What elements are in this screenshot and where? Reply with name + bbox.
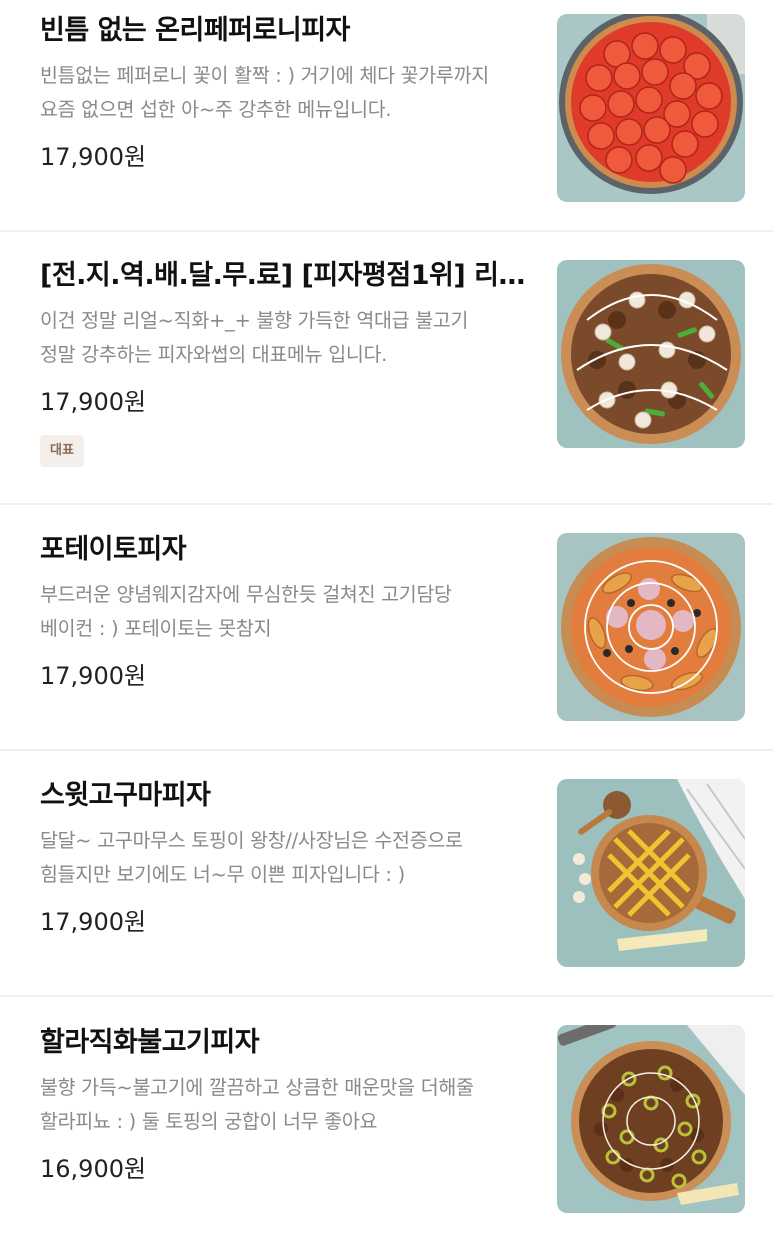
menu-item-description: 빈틈없는 페퍼로니 꽃이 활짝 : ) 거기에 체다 꽃가루까지 요즘 없으면 … <box>40 59 532 127</box>
pepperoni-pizza-photo[interactable] <box>557 14 745 202</box>
menu-item-description-line: 정말 강추하는 피자와썹의 대표메뉴 입니다. <box>40 343 388 366</box>
menu-item-jalapeno-bulgogi-pizza[interactable]: 할라직화불고기피자 불향 가득~불고기에 깔끔하고 상큼한 매운맛을 더해줄 할… <box>0 997 773 1236</box>
menu-item-description-line: 베이컨 : ) 포테이토는 못참지 <box>40 617 272 640</box>
menu-item-description-line: 요즘 없으면 섭한 아~주 강추한 메뉴입니다. <box>40 98 392 121</box>
menu-item-sweet-potato-pizza[interactable]: 스윗고구마피자 달달~ 고구마무스 토핑이 왕창//사장님은 수전증으로 힘들지… <box>0 751 773 997</box>
menu-item-price: 17,900원 <box>40 662 147 690</box>
menu-item-description-line: 빈틈없는 페퍼로니 꽃이 활짝 : ) 거기에 체다 꽃가루까지 <box>40 64 489 87</box>
menu-item-description-line: 힘들지만 보기에도 너~무 이쁜 피자입니다 : ) <box>40 863 405 886</box>
menu-item-price: 17,900원 <box>40 908 147 936</box>
bulgogi-pizza-photo[interactable] <box>557 260 745 448</box>
menu-item-name: 할라직화불고기피자 <box>40 1027 260 1058</box>
menu-item-text: 할라직화불고기피자 불향 가득~불고기에 깔끔하고 상큼한 매운맛을 더해줄 할… <box>40 1025 532 1184</box>
menu-item-text: [전.지.역.배.달.무.료] [피자평점1위] 리얼직화불고기피자 이건 정말… <box>40 258 532 467</box>
menu-item-name: 포테이토피자 <box>40 534 187 565</box>
menu-item-pepperoni-pizza[interactable]: 빈틈 없는 온리페퍼로니피자 빈틈없는 페퍼로니 꽃이 활짝 : ) 거기에 체… <box>0 0 773 232</box>
signature-badge: 대표 <box>40 435 84 467</box>
menu-item-description: 이건 정말 리얼~직화+_+ 불향 가득한 역대급 불고기 정말 강추하는 피자… <box>40 304 532 372</box>
menu-item-description-line: 할라피뇨 : ) 둘 토핑의 궁합이 너무 좋아요 <box>40 1110 378 1133</box>
menu-item-price: 16,900원 <box>40 1155 147 1183</box>
menu-item-price: 17,900원 <box>40 388 147 416</box>
menu-item-name: 빈틈 없는 온리페퍼로니피자 <box>40 15 350 46</box>
menu-item-potato-pizza[interactable]: 포테이토피자 부드러운 양념웨지감자에 무심한듯 걸쳐진 고기담당 베이컨 : … <box>0 505 773 751</box>
menu-item-description-line: 이건 정말 리얼~직화+_+ 불향 가득한 역대급 불고기 <box>40 309 469 332</box>
menu-item-text: 스윗고구마피자 달달~ 고구마무스 토핑이 왕창//사장님은 수전증으로 힘들지… <box>40 778 532 937</box>
menu-item-description: 달달~ 고구마무스 토핑이 왕창//사장님은 수전증으로 힘들지만 보기에도 너… <box>40 824 532 892</box>
menu-item-description-line: 불향 가득~불고기에 깔끔하고 상큼한 매운맛을 더해줄 <box>40 1076 474 1099</box>
menu-item-name: 스윗고구마피자 <box>40 780 211 811</box>
menu-item-text: 빈틈 없는 온리페퍼로니피자 빈틈없는 페퍼로니 꽃이 활짝 : ) 거기에 체… <box>40 13 532 172</box>
menu-item-text: 포테이토피자 부드러운 양념웨지감자에 무심한듯 걸쳐진 고기담당 베이컨 : … <box>40 532 532 691</box>
menu-item-description-line: 달달~ 고구마무스 토핑이 왕창//사장님은 수전증으로 <box>40 829 463 852</box>
sweet-potato-pizza-photo[interactable] <box>557 779 745 967</box>
menu-item-name: [전.지.역.배.달.무.료] [피자평점1위] 리얼직화불고기피자 <box>40 260 532 291</box>
jalapeno-bulgogi-pizza-photo[interactable] <box>557 1025 745 1213</box>
menu-list: 빈틈 없는 온리페퍼로니피자 빈틈없는 페퍼로니 꽃이 활짝 : ) 거기에 체… <box>0 0 773 1236</box>
menu-item-bulgogi-pizza[interactable]: [전.지.역.배.달.무.료] [피자평점1위] 리얼직화불고기피자 이건 정말… <box>0 232 773 505</box>
menu-item-price: 17,900원 <box>40 143 147 171</box>
potato-pizza-photo[interactable] <box>557 533 745 721</box>
menu-item-description: 부드러운 양념웨지감자에 무심한듯 걸쳐진 고기담당 베이컨 : ) 포테이토는… <box>40 578 532 646</box>
menu-item-description: 불향 가득~불고기에 깔끔하고 상큼한 매운맛을 더해줄 할라피뇨 : ) 둘 … <box>40 1071 532 1139</box>
menu-item-description-line: 부드러운 양념웨지감자에 무심한듯 걸쳐진 고기담당 <box>40 583 452 606</box>
